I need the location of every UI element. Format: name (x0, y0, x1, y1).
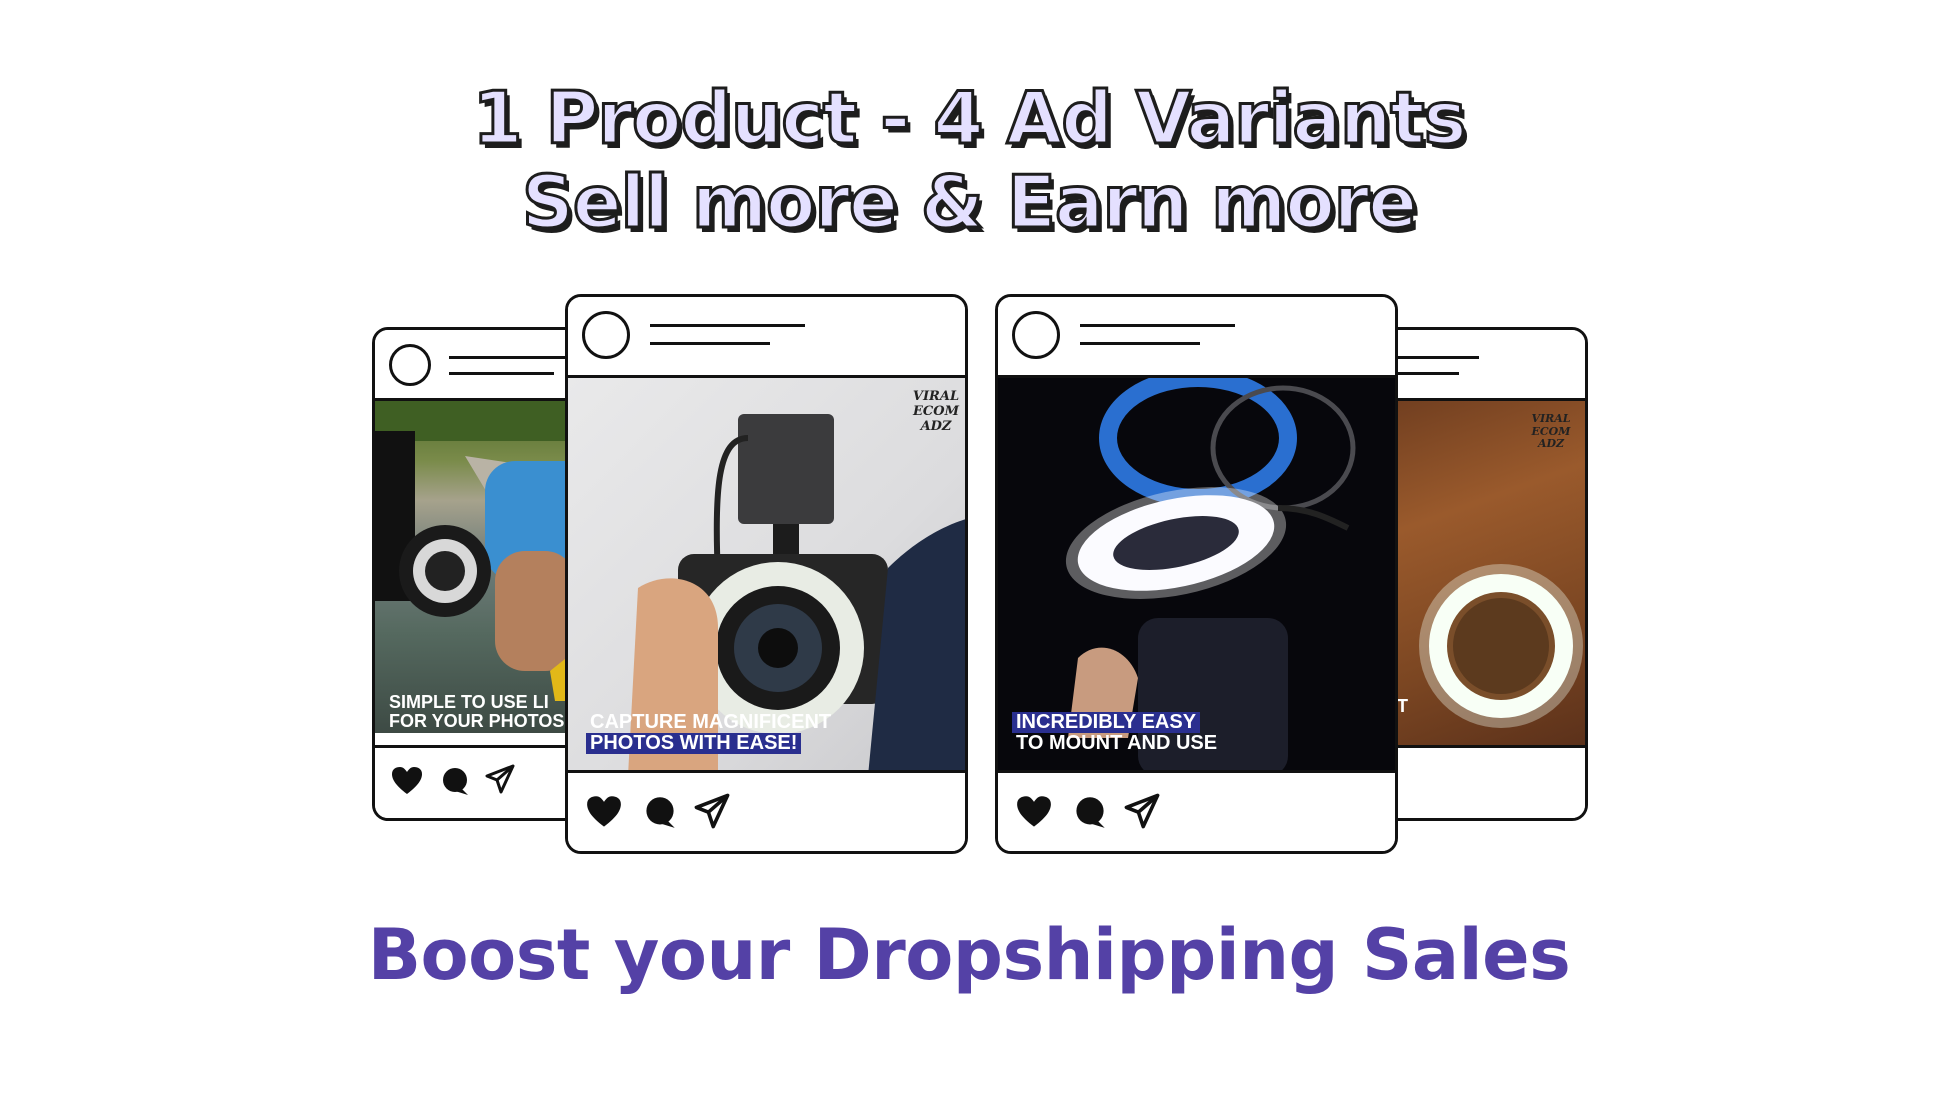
comment-icon[interactable] (441, 766, 469, 796)
ad-card-header (568, 297, 965, 378)
ad-caption: SIMPLE TO USE LI FOR YOUR PHOTOS (385, 693, 568, 731)
send-icon[interactable] (1124, 793, 1160, 829)
caption-line-1: SIMPLE TO USE LI (389, 692, 549, 712)
comment-icon[interactable] (1074, 795, 1106, 829)
caption-line-2: FOR YOUR PHOTOS (389, 710, 565, 731)
heart-icon[interactable] (391, 766, 423, 796)
header-line (650, 342, 770, 345)
header-line (1080, 342, 1200, 345)
avatar (1012, 311, 1060, 359)
header-line (1389, 356, 1479, 359)
ad-card-footer (568, 770, 965, 851)
ad-caption: CAPTURE MAGNIFICENT PHOTOS WITH EASE! (586, 712, 835, 754)
headline-line-2: Sell more & Earn more (520, 159, 1418, 246)
send-icon[interactable] (485, 764, 515, 794)
headline-line-1: 1 Product - 4 Ad Variants (471, 75, 1468, 162)
comment-icon[interactable] (644, 795, 676, 829)
caption-line-2: PHOTOS WITH EASE! (586, 733, 802, 754)
header-line (650, 324, 805, 327)
heart-icon[interactable] (586, 795, 622, 829)
heart-icon[interactable] (1016, 795, 1052, 829)
ad-caption: INCREDIBLY EASY TO MOUNT AND USE (1012, 712, 1221, 754)
brand-watermark: VIRAL ECOM ADZ (1531, 412, 1571, 451)
ad-card-image: INCREDIBLY EASY TO MOUNT AND USE (998, 378, 1395, 776)
ad-card-footer (998, 770, 1395, 851)
caption-line-1: INCREDIBLY EASY (1012, 712, 1201, 733)
header-line (1389, 372, 1459, 375)
subheadline: Boost your Dropshipping Sales (367, 914, 1571, 996)
ad-card-header (998, 297, 1395, 378)
header-line (449, 372, 554, 375)
avatar (389, 344, 431, 386)
avatar (582, 311, 630, 359)
ad-card-image: VIRAL ECOM ADZ CAPTURE MAGNIFICENT PHOTO… (568, 378, 965, 776)
ad-card-2: VIRAL ECOM ADZ CAPTURE MAGNIFICENT PHOTO… (565, 294, 968, 854)
brand-watermark: VIRAL ECOM ADZ (912, 389, 960, 434)
ad-card-3: INCREDIBLY EASY TO MOUNT AND USE (995, 294, 1398, 854)
caption-line-1: CAPTURE MAGNIFICENT (590, 711, 832, 733)
header-line (1080, 324, 1235, 327)
send-icon[interactable] (694, 793, 730, 829)
caption-line-2: TO MOUNT AND USE (1016, 732, 1218, 754)
header-line (449, 356, 579, 359)
